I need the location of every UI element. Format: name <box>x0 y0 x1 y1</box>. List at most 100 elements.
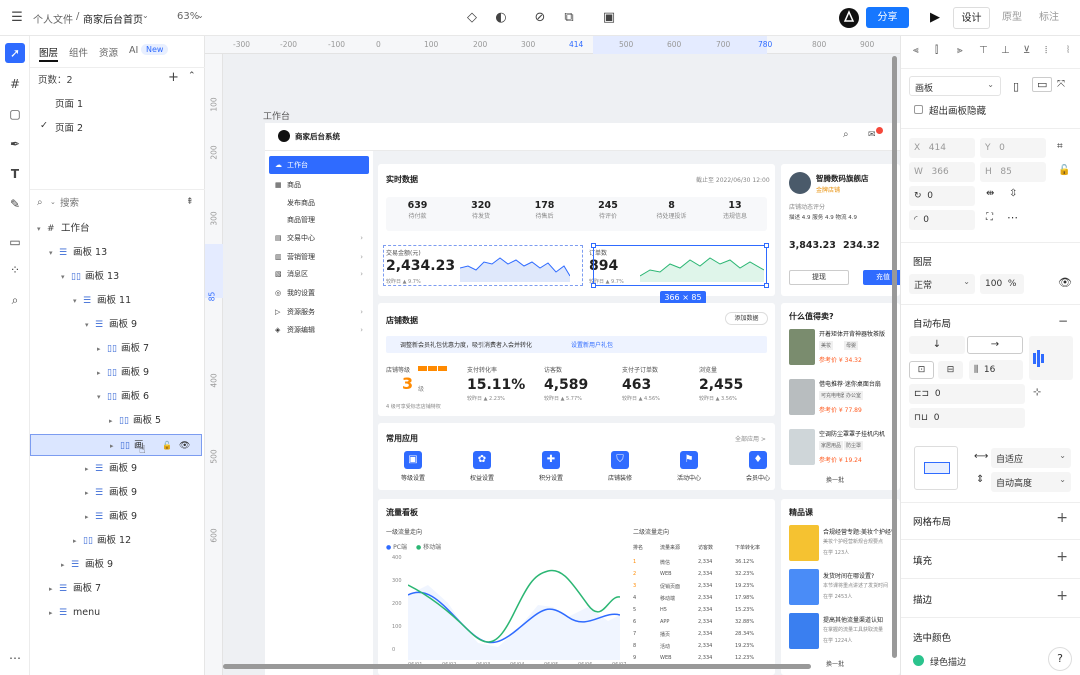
w-field[interactable]: W 366 <box>909 162 975 182</box>
artboard-workbench[interactable]: 商家后台系统 ⌕ ✉ ☁ 工作台 ▦ 商品 发布商品 商品管理 ▤ 交易中心 › ▥ 营销管理 › ▧ 消… <box>265 123 900 675</box>
layer-row[interactable]: ▾ ▯▯ 画板 6 <box>30 386 202 408</box>
distribute-h-icon[interactable]: ⦙ <box>1045 45 1047 56</box>
tab-prototype[interactable]: 原型 <box>995 7 1029 29</box>
gap-field[interactable]: ⫼ 16 <box>969 360 1023 380</box>
selection-box[interactable] <box>591 243 769 288</box>
fill-icon[interactable]: ⊟ <box>938 361 963 379</box>
padding-h-field[interactable]: ⊏⊐ 0 <box>909 384 1025 404</box>
stat-cell[interactable]: 639 待付款 <box>386 200 449 220</box>
nav-item[interactable]: 发布商品 <box>269 194 369 212</box>
boolean-icon[interactable]: ⧉ <box>560 9 578 27</box>
add-stroke-icon[interactable]: + <box>1056 588 1068 604</box>
help-button[interactable]: ? <box>1048 647 1072 671</box>
resize-icon[interactable]: ⤧ <box>1057 79 1065 90</box>
breadcrumb-folder[interactable]: 个人文件 <box>33 11 73 26</box>
layer-row[interactable]: ▾ ▯▯ 画板 13 <box>30 266 202 288</box>
eye-icon[interactable]: 👁 <box>179 435 190 457</box>
frame-select-icon[interactable]: ▣ <box>600 9 618 27</box>
hug-icon[interactable]: ⊡ <box>909 361 934 379</box>
expanded-caret-icon[interactable]: ▾ <box>49 242 53 264</box>
distribute-v-icon[interactable]: ⦚ <box>1067 45 1069 56</box>
cursor-icon[interactable]: ➚ <box>5 43 25 63</box>
constraints-icon[interactable]: ⌗ <box>1057 141 1063 152</box>
blend-select[interactable]: 正常 ⌄ <box>909 274 975 294</box>
nav-item[interactable]: 商品管理 <box>269 211 369 229</box>
green-swatch[interactable] <box>913 655 924 666</box>
layer-row[interactable]: ▸ ☰ 画板 9 <box>30 554 202 576</box>
h-field[interactable]: H 85 <box>980 162 1046 182</box>
product-item[interactable]: 借电推荐·迷你桌面台扇 可充电电器 办公室 参考价 ¥ 77.89 <box>789 377 897 423</box>
layer-row[interactable]: ▾ ☰ 画板 9 <box>30 314 202 336</box>
horizontal-scrollbar[interactable] <box>223 664 893 669</box>
collapsed-caret-icon[interactable]: ▸ <box>85 506 89 528</box>
tab-assets[interactable]: 资源 <box>99 45 118 59</box>
chevron-down-icon[interactable]: ⌄ <box>50 198 56 206</box>
align-right-icon[interactable]: ⫸ <box>957 45 963 56</box>
layer-row[interactable]: ▸ ▯▯ 画板 9 <box>30 362 202 384</box>
radius-field[interactable]: ◜ 0 <box>909 210 975 230</box>
nav-item[interactable]: ◈ 资源编辑 › <box>269 321 369 339</box>
layer-row[interactable]: ▾ ☰ 画板 11 <box>30 290 202 312</box>
stat-cell[interactable]: 13 违规信息 <box>704 200 767 220</box>
align-middle-icon[interactable]: ⊥ <box>1001 45 1010 56</box>
contrast-icon[interactable]: ◐ <box>492 9 510 27</box>
promo-link[interactable]: 设置新用户礼包 <box>571 340 613 349</box>
all-apps-link[interactable]: 全部应用 > <box>735 434 766 443</box>
align-left-icon[interactable]: ⫷ <box>913 45 919 56</box>
tab-layers[interactable]: 图层 <box>39 45 58 59</box>
corner-icon[interactable]: ⛶ <box>986 212 993 223</box>
collapsed-caret-icon[interactable]: ▸ <box>85 458 89 480</box>
flip-v-icon[interactable]: ⇳ <box>1009 188 1017 199</box>
nav-item[interactable]: ▧ 消息区 › <box>269 265 369 283</box>
refresh-recommend[interactable]: 换一批 <box>826 475 844 484</box>
stat-cell[interactable]: 245 待评价 <box>577 200 640 220</box>
play-icon[interactable]: ▶ <box>926 9 944 27</box>
expanded-caret-icon[interactable]: ▾ <box>97 386 101 408</box>
message-icon[interactable]: ✉ <box>868 130 876 140</box>
layer-row[interactable]: ▾ # 工作台 <box>30 218 202 240</box>
layer-row[interactable]: ▸ ▯▯ 画板 12 <box>30 530 202 552</box>
share-button[interactable]: 分享 <box>866 7 909 28</box>
tab-ai[interactable]: AI <box>129 45 138 56</box>
alignment-grid[interactable] <box>1029 336 1073 380</box>
chevron-down-icon[interactable]: ⌄ <box>142 11 149 20</box>
product-item[interactable]: 开着矩体开背神器牧茶版 美妆 母婴 参考价 ¥ 34.32 <box>789 327 897 373</box>
menu-icon[interactable]: ☰ <box>8 9 26 27</box>
collapsed-caret-icon[interactable]: ▸ <box>49 602 53 624</box>
comment-icon[interactable]: ▭ <box>5 232 25 252</box>
layer-row[interactable]: ▸ ▯▯ 画板 5 <box>30 410 202 432</box>
plugins-icon[interactable]: ⁘ <box>5 260 25 280</box>
direction-right-icon[interactable]: → <box>967 336 1023 354</box>
collapse-icon[interactable]: ⌃ <box>188 71 196 81</box>
tab-components[interactable]: 组件 <box>69 45 88 59</box>
lock-ratio-icon[interactable]: 🔓 <box>1058 165 1070 176</box>
pen-icon[interactable]: ✒ <box>5 134 25 154</box>
frame-icon[interactable]: # <box>5 74 25 94</box>
app-shortcut[interactable]: ♦ 会员中心 <box>733 451 783 482</box>
padding-v-field[interactable]: ⊓⊔ 0 <box>909 408 1025 428</box>
flip-h-icon[interactable]: ⇹ <box>986 188 994 199</box>
padding-individual-icon[interactable]: ⊹ <box>1033 387 1041 398</box>
opacity-field[interactable]: 100 % <box>980 274 1024 294</box>
expanded-caret-icon[interactable]: ▾ <box>85 314 89 336</box>
app-shortcut[interactable]: ▣ 等级设置 <box>388 451 438 482</box>
nav-item[interactable]: ▷ 资源服务 › <box>269 303 369 321</box>
align-bottom-icon[interactable]: ⊻ <box>1023 45 1030 56</box>
tab-design[interactable]: 设计 <box>953 7 990 29</box>
x-field[interactable]: X 414 <box>909 138 975 158</box>
expanded-caret-icon[interactable]: ▾ <box>61 266 65 288</box>
collapsed-caret-icon[interactable]: ▸ <box>73 530 77 552</box>
app-shortcut[interactable]: ✿ 权益设置 <box>457 451 507 482</box>
nav-item[interactable]: ◎ 我的设置 <box>269 284 369 302</box>
frame-label[interactable]: 工作台 <box>263 109 290 122</box>
app-shortcut[interactable]: ⛉ 店铺装修 <box>595 451 645 482</box>
collapsed-caret-icon[interactable]: ▸ <box>109 410 113 432</box>
rotation-field[interactable]: ↻ 0 <box>909 186 975 206</box>
add-grid-icon[interactable]: + <box>1056 510 1068 526</box>
course-item[interactable]: 提高其他流量渠道认知 在掌握的流量工具获取流量 在学 1224人 <box>789 613 899 653</box>
layer-row[interactable]: ▸ ▯▯ 画板 7 <box>30 338 202 360</box>
lock-icon[interactable]: 🔓 <box>162 435 172 457</box>
eye-icon[interactable]: 👁 <box>1058 276 1072 289</box>
course-item[interactable]: 发货时间在哪设置? 本节课将重点讲述了发货时间 在学 2453人 <box>789 569 899 609</box>
course-item[interactable]: 合规经营专题:美妆个护经营 美妆个护经营新规合规要点 在学 123人 <box>789 525 899 565</box>
